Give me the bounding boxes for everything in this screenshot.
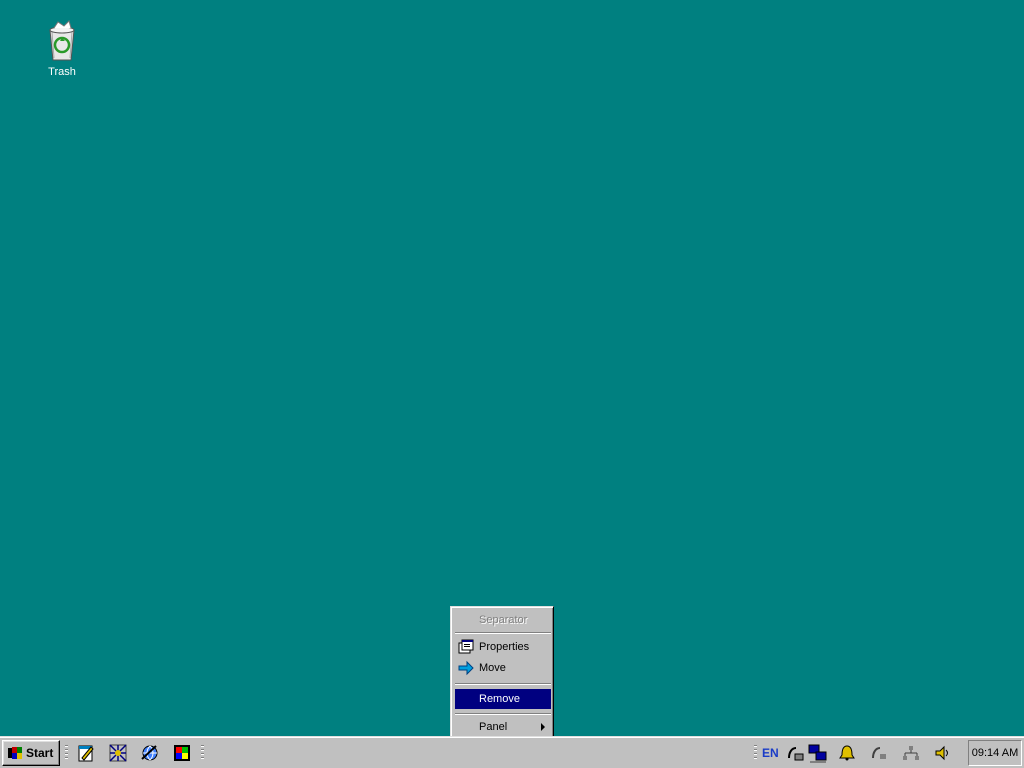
menu-item-label: Separator xyxy=(479,614,528,626)
menu-item-properties[interactable]: Properties xyxy=(455,637,551,657)
network-tree-icon[interactable] xyxy=(902,744,920,762)
menu-item-label: Properties xyxy=(479,641,530,653)
menu-item-label: Move xyxy=(479,662,506,674)
settings-globe-icon[interactable] xyxy=(140,743,160,763)
menu-item-separator: Separator xyxy=(455,610,551,630)
menu-item-label: Panel xyxy=(479,721,508,733)
menu-item-panel[interactable]: Panel xyxy=(455,717,551,737)
taskbar: Start EN 09:14 AM xyxy=(0,736,1024,768)
desktop-icon-label: Trash xyxy=(48,66,76,78)
submenu-arrow-icon xyxy=(541,723,545,731)
network-sparkle-icon[interactable] xyxy=(108,743,128,763)
modem-icon[interactable] xyxy=(786,744,804,762)
start-logo-icon xyxy=(7,745,23,761)
tray-grip[interactable] xyxy=(754,745,757,759)
notepad-icon[interactable] xyxy=(76,743,96,763)
menu-divider xyxy=(455,713,551,715)
volume-icon[interactable] xyxy=(934,744,952,762)
recycle-bin-icon xyxy=(42,20,82,64)
context-menu: Separator Properties Move Remove Panel xyxy=(450,606,554,740)
menu-divider xyxy=(455,683,551,685)
menu-item-label: Remove xyxy=(479,693,520,705)
move-arrow-icon xyxy=(458,660,474,676)
toolbar-grip[interactable] xyxy=(201,745,204,759)
phone-icon[interactable] xyxy=(870,744,888,762)
menu-item-remove[interactable]: Remove xyxy=(455,689,551,709)
desktop-icon-trash[interactable]: Trash xyxy=(28,20,96,78)
start-button[interactable]: Start xyxy=(2,740,60,766)
color-palette-icon[interactable] xyxy=(172,743,192,763)
menu-item-move[interactable]: Move xyxy=(455,658,551,678)
properties-icon xyxy=(458,639,474,655)
taskbar-clock[interactable]: 09:14 AM xyxy=(968,740,1022,766)
bell-icon[interactable] xyxy=(838,744,856,762)
network-computers-icon[interactable] xyxy=(808,744,827,763)
language-indicator[interactable]: EN xyxy=(762,746,779,760)
toolbar-grip[interactable] xyxy=(65,745,68,759)
menu-divider xyxy=(455,632,551,634)
start-label: Start xyxy=(26,746,54,760)
